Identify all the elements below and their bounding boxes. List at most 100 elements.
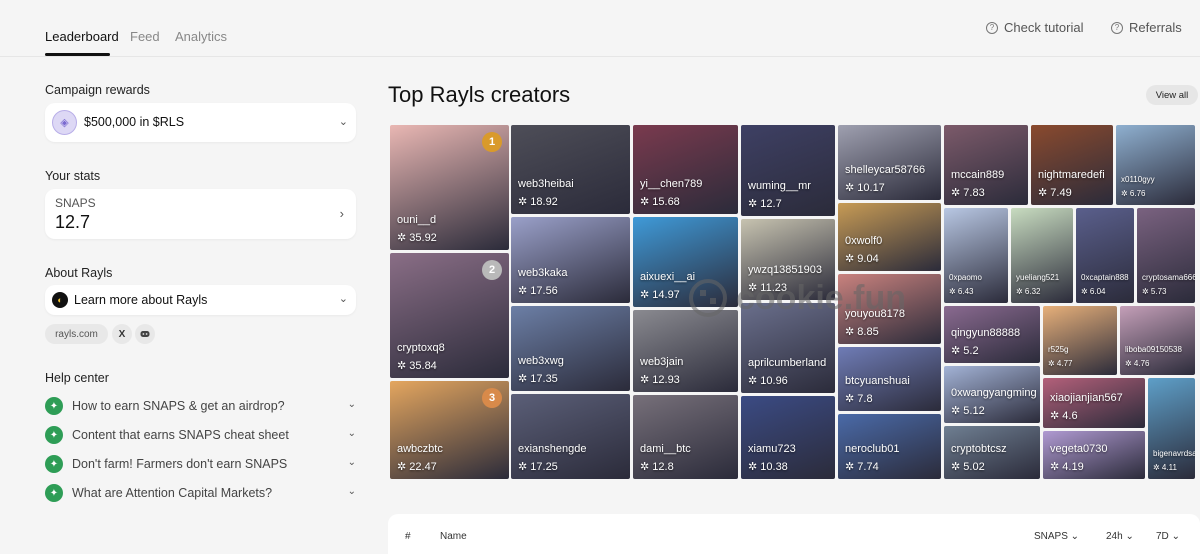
creator-name: web3kaka — [518, 267, 568, 279]
creator-tile[interactable]: bigenavrdsam ✲ 4.11 — [1148, 378, 1195, 479]
period-24h-label: 24h — [1106, 531, 1123, 542]
creator-score: ✲ 8.85 — [845, 326, 879, 338]
creator-score: ✲ 14.97 — [640, 289, 680, 301]
creator-score: ✲ 5.73 — [1142, 287, 1167, 296]
creator-tile[interactable]: qingyun88888 ✲ 5.2 — [944, 306, 1040, 363]
creator-score: ✲ 17.25 — [518, 461, 558, 473]
period-24h-toggle[interactable]: 24h ⌄ — [1106, 531, 1134, 542]
creator-score: ✲ 17.56 — [518, 285, 558, 297]
creator-score: ✲ 11.23 — [748, 282, 787, 294]
creator-name: cryptobtcsz — [951, 443, 1007, 455]
creator-score: ✲ 9.04 — [845, 253, 879, 265]
creator-tile[interactable]: cryptoxq8 ✲ 35.84 2 — [390, 253, 509, 378]
creator-tile[interactable]: aprilcumberland ✲ 10.96 — [741, 303, 835, 393]
creator-score: ✲ 12.93 — [640, 374, 680, 386]
creator-name: ouni__d — [397, 214, 437, 226]
creator-name: xiaojianjian567 — [1050, 392, 1123, 404]
creator-name: yi__chen789 — [640, 178, 703, 190]
creator-tile[interactable]: yueliang521 ✲ 6.32 — [1011, 208, 1073, 303]
creator-tile[interactable]: web3kaka ✲ 17.56 — [511, 217, 630, 303]
creator-score: ✲ 6.76 — [1121, 189, 1146, 198]
creator-name: cryptoxq8 — [397, 342, 445, 354]
creator-score: ✲ 4.19 — [1050, 461, 1084, 473]
creator-score: ✲ 7.83 — [951, 187, 985, 199]
creator-tile[interactable]: vegeta0730 ✲ 4.19 — [1043, 431, 1145, 479]
creator-name: awbczbtc — [397, 443, 443, 455]
creator-name: dami__btc — [640, 443, 691, 455]
creator-tile[interactable]: cryptosama666 ✲ 5.73 — [1137, 208, 1195, 303]
col-snaps-label: SNAPS — [1034, 531, 1068, 542]
creator-score: ✲ 35.84 — [397, 360, 437, 372]
creator-score: ✲ 7.8 — [845, 393, 873, 405]
creator-score: ✲ 12.7 — [748, 198, 782, 210]
creator-tile[interactable]: x0110gyy ✲ 6.76 — [1116, 125, 1195, 205]
creator-score: ✲ 18.92 — [518, 196, 558, 208]
creator-tile[interactable]: ouni__d ✲ 35.92 1 — [390, 125, 509, 250]
creator-score: ✲ 5.02 — [951, 461, 985, 473]
creator-tile[interactable]: web3jain ✲ 12.93 — [633, 310, 738, 392]
creator-name: cryptosama666 — [1142, 273, 1195, 282]
creator-tile[interactable]: awbczbtc ✲ 22.47 3 — [390, 381, 509, 479]
creator-name: x0110gyy — [1121, 175, 1155, 184]
creator-tile[interactable]: 0xcaptain888 ✲ 6.04 — [1076, 208, 1134, 303]
creator-tile[interactable]: xiamu723 ✲ 10.38 — [741, 396, 835, 479]
creator-tile[interactable]: liboba09150538 ✲ 4.76 — [1120, 306, 1195, 375]
creator-score: ✲ 6.32 — [1016, 287, 1041, 296]
creator-name: 0xwolf0 — [845, 235, 883, 247]
creator-tile[interactable]: youyou8178 ✲ 8.85 — [838, 274, 941, 344]
leaderboard-table: # Name SNAPS ⌄ 24h ⌄ 7D ⌄ — [388, 514, 1200, 554]
creator-tile[interactable]: r525g ✲ 4.77 — [1043, 306, 1117, 375]
creator-name: aixuexi__ai — [640, 271, 696, 283]
creator-tile[interactable]: xiaojianjian567 ✲ 4.6 — [1043, 378, 1145, 428]
creator-name: aprilcumberland — [748, 357, 827, 369]
creator-tile[interactable]: web3heibai ✲ 18.92 — [511, 125, 630, 214]
creator-tile[interactable]: 0xwangyangming ✲ 5.12 — [944, 366, 1040, 423]
creator-name: r525g — [1048, 345, 1069, 354]
creator-score: ✲ 4.11 — [1153, 463, 1177, 472]
rank-badge: 1 — [482, 132, 502, 152]
creator-score: ✲ 7.49 — [1038, 187, 1072, 199]
creator-tile[interactable]: cryptobtcsz ✲ 5.02 — [944, 426, 1040, 479]
creator-name: web3heibai — [518, 178, 574, 190]
creator-tile[interactable]: 0xwolf0 ✲ 9.04 — [838, 203, 941, 271]
creator-name: bigenavrdsam — [1153, 449, 1195, 458]
creator-name: 0xpaomo — [949, 273, 982, 282]
creator-tile[interactable]: wuming__mr ✲ 12.7 — [741, 125, 835, 216]
creator-name: youyou8178 — [845, 308, 905, 320]
col-snaps-header[interactable]: SNAPS ⌄ — [1034, 531, 1079, 542]
creator-score: ✲ 10.96 — [748, 375, 788, 387]
creators-treemap: ouni__d ✲ 35.92 1 cryptoxq8 ✲ 35.84 2 awbczbtc… — [0, 0, 1200, 538]
creator-tile[interactable]: shelleycar58766 ✲ 10.17 — [838, 125, 941, 200]
creator-name: xiamu723 — [748, 443, 796, 455]
creator-name: yueliang521 — [1016, 273, 1060, 282]
creator-tile[interactable]: btcyuanshuai ✲ 7.8 — [838, 347, 941, 411]
creator-score: ✲ 4.76 — [1125, 359, 1150, 368]
creator-name: 0xcaptain888 — [1081, 273, 1129, 282]
creator-score: ✲ 4.6 — [1050, 410, 1078, 422]
creator-tile[interactable]: 0xpaomo ✲ 6.43 — [944, 208, 1008, 303]
creator-score: ✲ 15.68 — [640, 196, 680, 208]
creator-tile[interactable]: dami__btc ✲ 12.8 — [633, 395, 738, 479]
creator-score: ✲ 35.92 — [397, 232, 437, 244]
creator-score: ✲ 4.77 — [1048, 359, 1073, 368]
creator-tile[interactable]: neroclub01 ✲ 7.74 — [838, 414, 941, 479]
creator-tile[interactable]: aixuexi__ai ✲ 14.97 — [633, 217, 738, 307]
creator-score: ✲ 22.47 — [397, 461, 437, 473]
period-7d-toggle[interactable]: 7D ⌄ — [1156, 531, 1180, 542]
creator-score: ✲ 17.35 — [518, 373, 558, 385]
creator-name: neroclub01 — [845, 443, 900, 455]
creator-name: web3xwg — [518, 355, 564, 367]
creator-score: ✲ 6.43 — [949, 287, 974, 296]
creator-tile[interactable]: nightmaredefi ✲ 7.49 — [1031, 125, 1113, 205]
creator-tile[interactable]: web3xwg ✲ 17.35 — [511, 306, 630, 391]
col-name-header: Name — [440, 531, 467, 542]
creator-tile[interactable]: mccain889 ✲ 7.83 — [944, 125, 1028, 205]
period-7d-label: 7D — [1156, 531, 1169, 542]
creator-name: exianshengde — [518, 443, 587, 455]
creator-tile[interactable]: ywzq13851903 ✲ 11.23 — [741, 219, 835, 300]
creator-tile[interactable]: exianshengde ✲ 17.25 — [511, 394, 630, 479]
creator-tile[interactable]: yi__chen789 ✲ 15.68 — [633, 125, 738, 214]
creator-name: nightmaredefi — [1038, 169, 1105, 181]
creator-name: shelleycar58766 — [845, 164, 926, 176]
col-rank-header: # — [405, 531, 411, 542]
